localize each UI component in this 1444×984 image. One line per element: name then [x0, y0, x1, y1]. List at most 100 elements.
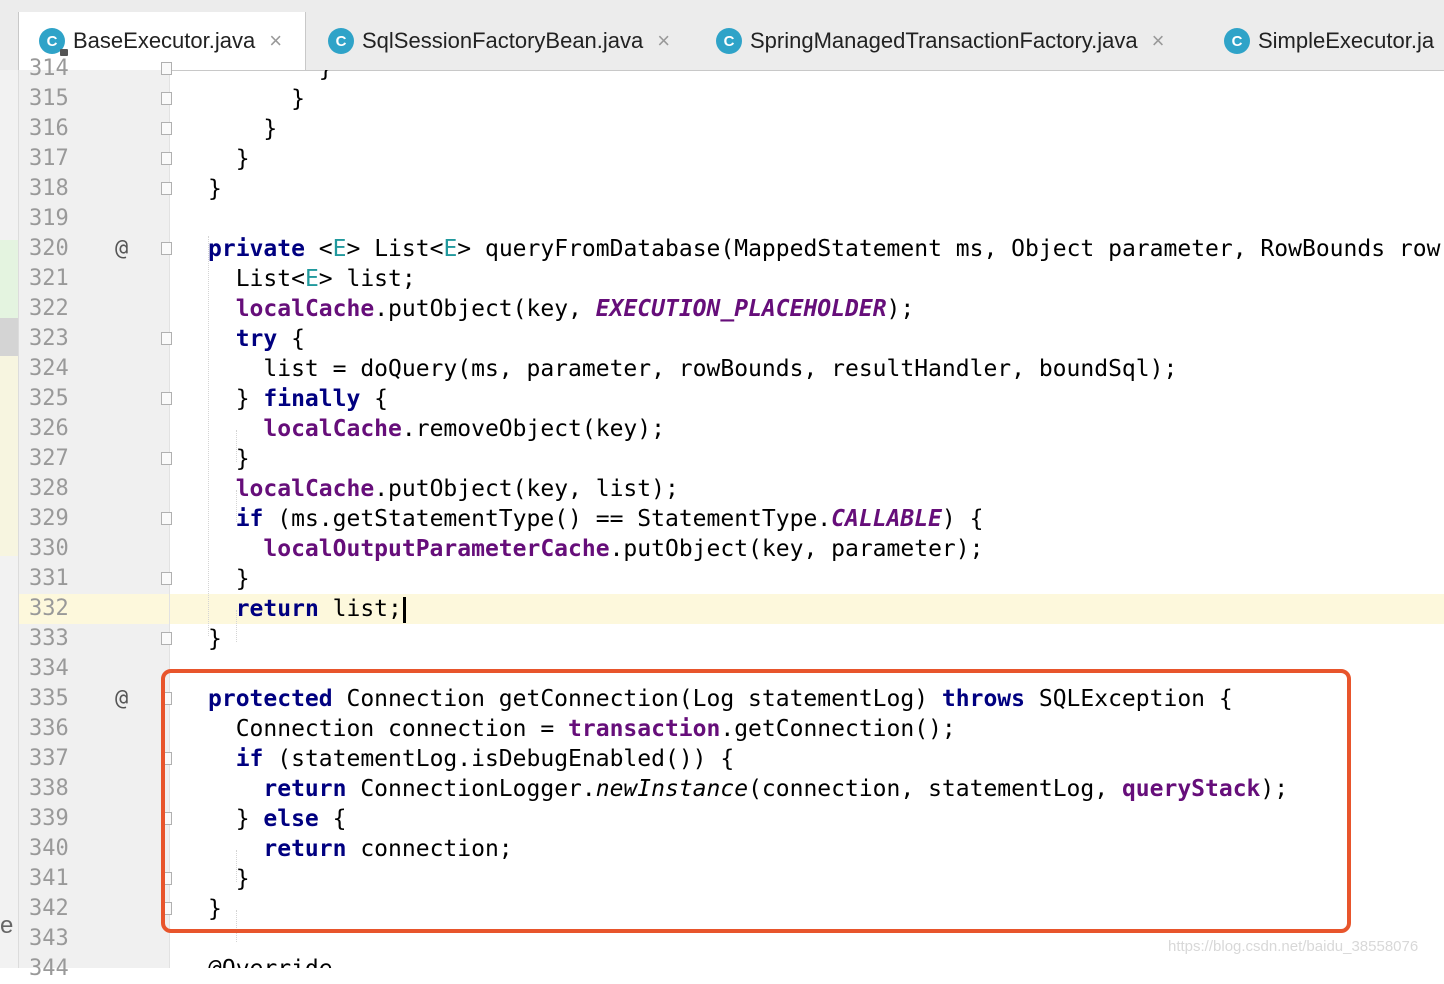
code-line[interactable]: } — [170, 174, 1444, 204]
line-number: 342 — [29, 896, 69, 921]
gutter-line[interactable]: 314 — [19, 54, 172, 84]
gutter-line[interactable]: 324 — [19, 354, 169, 384]
gutter-line[interactable]: 333 — [19, 624, 172, 654]
line-number-gutter[interactable]: 314 315 316 317 318 319 320 @321 322 323 324 325 326… — [19, 56, 172, 981]
code-line[interactable]: } — [170, 84, 1444, 114]
gutter-line[interactable]: 315 — [19, 84, 172, 114]
line-number: 332 — [29, 596, 69, 621]
code-text: localCache.putObject(key, EXECUTION_PLAC… — [235, 296, 915, 322]
gutter-line[interactable]: 336 — [19, 714, 169, 744]
code-line[interactable]: localCache.removeObject(key); — [170, 414, 1444, 444]
code-line[interactable]: @Override — [170, 954, 1444, 968]
code-line[interactable]: localCache.putObject(key, EXECUTION_PLAC… — [170, 294, 1444, 324]
gutter-line[interactable]: 325 — [19, 384, 172, 414]
line-number: 330 — [29, 536, 69, 561]
gutter-line[interactable]: 318 — [19, 174, 172, 204]
close-icon[interactable]: × — [1152, 28, 1165, 54]
gutter-line[interactable]: 335 @ — [19, 684, 172, 714]
class-icon: C — [39, 28, 68, 56]
gutter-line[interactable]: 326 — [19, 414, 169, 444]
code-line[interactable]: try { — [170, 324, 1444, 354]
line-number: 317 — [29, 146, 69, 171]
code-line[interactable]: } — [170, 144, 1444, 174]
gutter-line[interactable]: 331 — [19, 564, 172, 594]
line-number: 321 — [29, 266, 69, 291]
gutter-line[interactable]: 337 — [19, 744, 172, 774]
gutter-line[interactable]: 334 — [19, 654, 169, 684]
code-line[interactable] — [170, 204, 1444, 234]
gutter-line[interactable]: 321 — [19, 264, 169, 294]
text-caret — [402, 596, 406, 623]
indent-guide — [236, 610, 237, 642]
code-line[interactable]: } — [170, 114, 1444, 144]
tab-sql-session-factory-bean[interactable]: C SqlSessionFactoryBean.java × — [310, 12, 694, 70]
change-marker — [0, 318, 18, 356]
code-text: localCache.removeObject(key); — [263, 416, 665, 442]
gutter-line[interactable]: 328 — [19, 474, 169, 504]
code-line[interactable]: } finally { — [170, 384, 1444, 414]
class-icon: C — [1224, 28, 1250, 54]
tab-simple-executor[interactable]: C SimpleExecutor.ja — [1206, 12, 1444, 70]
tab-label: BaseExecutor.java — [73, 28, 256, 53]
code-text: } — [208, 176, 222, 202]
gutter-line[interactable]: 316 — [19, 114, 172, 144]
code-line[interactable]: localCache.putObject(key, list); — [170, 474, 1444, 504]
code-line[interactable]: } — [170, 444, 1444, 474]
class-icon: C — [328, 28, 354, 54]
gutter-line[interactable]: 320 @ — [19, 234, 172, 264]
line-number: 329 — [29, 506, 69, 531]
gutter-line[interactable]: 341 — [19, 864, 172, 894]
code-line[interactable]: } — [170, 70, 1444, 84]
tab-spring-managed-transaction-factory[interactable]: C SpringManagedTransactionFactory.java × — [698, 12, 1200, 70]
code-line[interactable]: return list; — [170, 594, 1444, 624]
edge-text: e — [0, 912, 14, 939]
gutter-line[interactable]: 342 — [19, 894, 172, 924]
gutter-line[interactable]: 322 — [19, 294, 169, 324]
gutter-line[interactable]: 329 — [19, 504, 172, 534]
line-number: 336 — [29, 716, 69, 741]
override-marker-icon[interactable]: @ — [115, 684, 128, 714]
gutter-line[interactable]: 317 — [19, 144, 172, 174]
gutter-line[interactable]: 330 — [19, 534, 169, 564]
code-line[interactable]: private <E> List<E> queryFromDatabase(Ma… — [170, 234, 1444, 264]
code-line[interactable]: } — [170, 624, 1444, 654]
gutter-line[interactable]: 344 — [19, 954, 169, 984]
left-tool-strip: e — [0, 70, 19, 968]
code-text: } — [208, 70, 333, 84]
gutter-line[interactable]: 339 — [19, 804, 172, 834]
line-number: 343 — [29, 926, 69, 951]
code-line[interactable]: } — [170, 564, 1444, 594]
line-number: 314 — [29, 56, 69, 81]
override-marker-icon[interactable]: @ — [115, 234, 128, 264]
indent-guide — [236, 430, 237, 462]
line-number: 318 — [29, 176, 69, 201]
indent-guide — [236, 490, 237, 522]
close-icon[interactable]: × — [657, 28, 670, 54]
change-marker — [0, 356, 18, 556]
code-text: } — [208, 566, 250, 592]
code-text: } finally { — [208, 386, 389, 412]
gutter-line[interactable]: 338 — [19, 774, 169, 804]
gutter-line[interactable]: 319 — [19, 204, 169, 234]
gutter-line[interactable]: 343 — [19, 924, 169, 954]
gutter-line[interactable]: 327 — [19, 444, 172, 474]
code-text: return list; — [208, 594, 406, 624]
line-number: 344 — [29, 956, 69, 981]
line-number: 319 — [29, 206, 69, 231]
code-line[interactable]: list = doQuery(ms, parameter, rowBounds,… — [170, 354, 1444, 384]
class-icon: C — [716, 28, 742, 54]
line-number: 320 — [29, 236, 69, 261]
line-number: 325 — [29, 386, 69, 411]
gutter-line[interactable]: 332 — [19, 594, 169, 624]
code-line[interactable]: List<E> list; — [170, 264, 1444, 294]
gutter-line[interactable]: 340 — [19, 834, 169, 864]
line-number: 335 — [29, 686, 69, 711]
code-text: if (ms.getStatementType() == StatementTy… — [235, 506, 984, 532]
code-text: } — [208, 86, 305, 112]
highlight-annotation-box — [161, 669, 1351, 933]
code-text: } — [208, 116, 278, 142]
gutter-line[interactable]: 323 — [19, 324, 172, 354]
code-line[interactable]: localOutputParameterCache.putObject(key,… — [170, 534, 1444, 564]
close-icon[interactable]: × — [269, 28, 282, 54]
code-line[interactable]: if (ms.getStatementType() == StatementTy… — [170, 504, 1444, 534]
